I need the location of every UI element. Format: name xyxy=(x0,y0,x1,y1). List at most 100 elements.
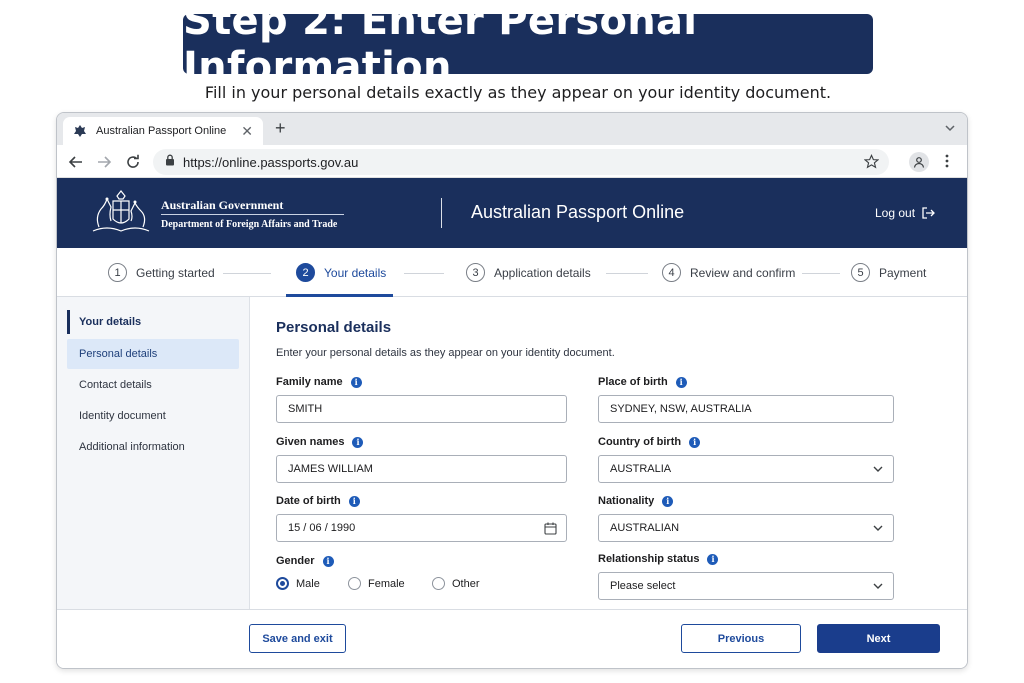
step-title: Step 2: Enter Personal Information xyxy=(183,0,698,90)
step-subtitle: Fill in your personal details exactly as… xyxy=(204,83,832,102)
relationship-status-label-text: Relationship status xyxy=(598,553,700,565)
personal-details-form: Personal details Enter your personal det… xyxy=(276,297,956,609)
header-rule xyxy=(161,214,344,215)
step-number: 4 xyxy=(662,263,681,282)
step-payment[interactable]: 5 Payment xyxy=(851,263,926,282)
radio-unselected-icon xyxy=(348,577,361,590)
progress-stepper: 1 Getting started 2 Your details 3 Appli… xyxy=(57,248,967,297)
relationship-status-value: Please select xyxy=(610,580,676,592)
radio-selected-icon xyxy=(276,577,289,590)
address-bar[interactable]: https://online.passports.gov.au xyxy=(153,149,889,175)
radio-unselected-icon xyxy=(432,577,445,590)
family-name-value: SMITH xyxy=(288,403,323,415)
info-icon[interactable]: i xyxy=(689,436,701,448)
chevron-down-icon xyxy=(872,463,884,478)
browser-tab[interactable]: Australian Passport Online ✕ xyxy=(63,117,263,145)
reload-icon[interactable] xyxy=(124,153,142,171)
given-names-label: Given names i xyxy=(276,436,364,448)
bookmark-star-icon[interactable] xyxy=(863,154,880,174)
gender-radio-male[interactable]: Male xyxy=(276,577,348,590)
new-tab-icon[interactable]: + xyxy=(275,119,286,137)
radio-label: Male xyxy=(296,577,320,590)
info-icon[interactable]: i xyxy=(675,376,687,388)
relationship-status-select[interactable]: Please select xyxy=(598,572,894,600)
browser-toolbar: https://online.passports.gov.au xyxy=(57,145,967,178)
nationality-select[interactable]: AUSTRALIAN xyxy=(598,514,894,542)
government-name: Australian Government xyxy=(161,198,284,212)
country-of-birth-label-text: Country of birth xyxy=(598,436,682,448)
nationality-label-text: Nationality xyxy=(598,495,655,507)
app-name: Australian Passport Online xyxy=(471,202,685,222)
tab-close-icon[interactable]: ✕ xyxy=(241,124,253,138)
step-number: 3 xyxy=(466,263,485,282)
place-of-birth-label: Place of birth i xyxy=(598,376,687,388)
gender-label-text: Gender xyxy=(276,555,315,567)
info-icon[interactable]: i xyxy=(348,495,360,507)
logout-label: Log out xyxy=(875,206,916,220)
sidebar-heading: Your details xyxy=(67,310,141,334)
section-sidebar: Your details Personal details Contact de… xyxy=(57,297,250,609)
step-number: 2 xyxy=(296,263,315,282)
relationship-status-label: Relationship status i xyxy=(598,553,719,565)
tab-list-chevron-icon[interactable] xyxy=(943,121,957,135)
step-your-details[interactable]: 2 Your details xyxy=(296,263,386,282)
chevron-down-icon xyxy=(872,522,884,537)
form-footer: Save and exit Previous Next xyxy=(57,609,967,668)
browser-menu-icon[interactable] xyxy=(945,154,949,173)
sidebar-item-additional-information[interactable]: Additional information xyxy=(67,432,239,462)
country-of-birth-label: Country of birth i xyxy=(598,436,701,448)
step-label: Getting started xyxy=(136,265,215,280)
sidebar-item-identity-document[interactable]: Identity document xyxy=(67,401,239,431)
next-button[interactable]: Next xyxy=(817,624,940,653)
government-header: Australian Government Department of Fore… xyxy=(57,178,967,248)
step-getting-started[interactable]: 1 Getting started xyxy=(108,263,215,282)
date-of-birth-value: 15 / 06 / 1990 xyxy=(288,522,356,534)
back-arrow-icon[interactable] xyxy=(67,153,85,171)
given-names-input[interactable]: JAMES WILLIAM xyxy=(276,455,567,483)
profile-avatar-icon[interactable] xyxy=(909,152,929,172)
step-connector xyxy=(223,273,271,274)
step-label: Your details xyxy=(324,265,387,280)
step-review-and-confirm[interactable]: 4 Review and confirm xyxy=(662,263,795,282)
nationality-label: Nationality i xyxy=(598,495,674,507)
calendar-icon[interactable] xyxy=(544,522,557,538)
radio-label: Other xyxy=(452,577,480,590)
logout-icon xyxy=(922,207,935,219)
forward-arrow-icon[interactable] xyxy=(95,153,113,171)
info-icon[interactable]: i xyxy=(350,376,362,388)
date-of-birth-label-text: Date of birth xyxy=(276,495,341,507)
info-icon[interactable]: i xyxy=(662,495,674,507)
gender-radio-female[interactable]: Female xyxy=(348,577,432,590)
tab-strip: Australian Passport Online ✕ + xyxy=(57,113,967,145)
previous-button[interactable]: Previous xyxy=(681,624,801,653)
gender-radio-other[interactable]: Other xyxy=(432,577,480,590)
date-of-birth-input[interactable]: 15 / 06 / 1990 xyxy=(276,514,567,542)
info-icon[interactable]: i xyxy=(322,555,334,567)
save-and-exit-button[interactable]: Save and exit xyxy=(249,624,346,653)
section-title: Personal details xyxy=(276,319,392,336)
sidebar-item-personal-details[interactable]: Personal details xyxy=(67,339,239,369)
given-names-value: JAMES WILLIAM xyxy=(288,463,373,475)
step-connector xyxy=(606,273,648,274)
family-name-input[interactable]: SMITH xyxy=(276,395,567,423)
info-icon[interactable]: i xyxy=(352,436,364,448)
place-of-birth-input[interactable]: SYDNEY, NSW, AUSTRALIA xyxy=(598,395,894,423)
nationality-value: AUSTRALIAN xyxy=(610,522,680,534)
logout-link[interactable]: Log out xyxy=(875,206,935,220)
browser-window: Australian Passport Online ✕ + https://o… xyxy=(56,112,968,669)
country-of-birth-select[interactable]: AUSTRALIA xyxy=(598,455,894,483)
gender-radio-group: Male Female Other xyxy=(276,577,480,590)
info-icon[interactable]: i xyxy=(707,553,719,565)
step-connector xyxy=(404,273,444,274)
given-names-label-text: Given names xyxy=(276,436,345,448)
family-name-label: Family name i xyxy=(276,376,362,388)
sidebar-item-contact-details[interactable]: Contact details xyxy=(67,370,239,400)
crest-favicon-icon xyxy=(73,124,87,138)
country-of-birth-value: AUSTRALIA xyxy=(610,463,672,475)
date-of-birth-label: Date of birth i xyxy=(276,495,360,507)
tab-title: Australian Passport Online xyxy=(96,125,227,137)
step-connector xyxy=(802,273,840,274)
step-label: Application details xyxy=(494,265,591,280)
step-application-details[interactable]: 3 Application details xyxy=(466,263,591,282)
gender-label: Gender i xyxy=(276,555,334,567)
